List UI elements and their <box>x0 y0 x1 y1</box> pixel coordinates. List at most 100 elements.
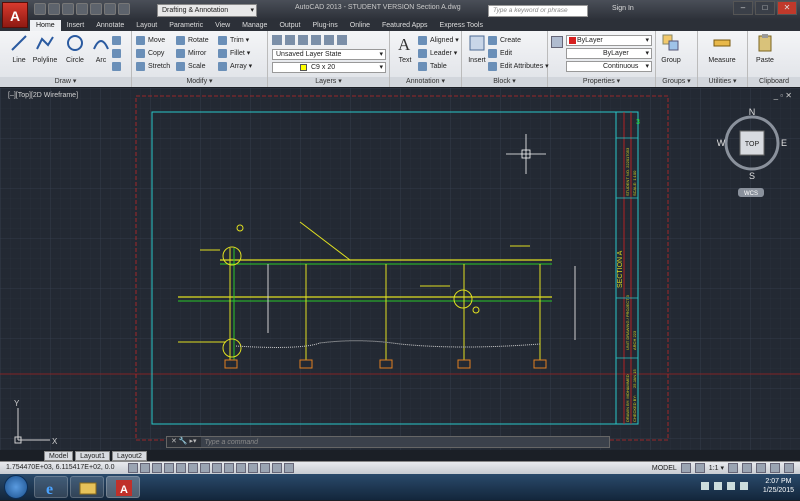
arc-button[interactable]: Arc <box>88 33 114 64</box>
dyn-icon[interactable] <box>224 463 234 473</box>
isolate-objects-icon[interactable] <box>770 463 780 473</box>
application-menu-button[interactable]: A <box>2 2 28 28</box>
circle-button[interactable]: Circle <box>62 33 88 64</box>
layer-properties-icon[interactable] <box>272 35 282 45</box>
taskbar-internet-explorer[interactable]: e <box>34 476 68 498</box>
color-dropdown[interactable]: ByLayer <box>566 35 652 46</box>
snap-icon[interactable] <box>128 463 138 473</box>
tab-layout2[interactable]: Layout2 <box>112 451 147 461</box>
tab-home[interactable]: Home <box>30 20 61 31</box>
annotation-panel-label[interactable]: Annotation ▾ <box>390 77 461 87</box>
maximize-button[interactable]: □ <box>755 1 775 15</box>
save-icon[interactable] <box>62 3 74 15</box>
viewport-controls[interactable]: _ ▫ ✕ <box>774 91 792 100</box>
annotation-scale[interactable]: 1:1 ▾ <box>709 464 724 472</box>
volume-icon[interactable] <box>727 482 735 490</box>
table-button[interactable]: Table <box>418 61 447 72</box>
model-toggle[interactable]: MODEL <box>652 465 677 472</box>
block-panel-label[interactable]: Block ▾ <box>462 77 547 87</box>
tab-parametric[interactable]: Parametric <box>163 20 209 31</box>
line-button[interactable]: Line <box>6 33 32 64</box>
viewcube-south[interactable]: S <box>749 171 755 181</box>
drawing-canvas[interactable]: SECTION A 3 STUDENT NO. 222017053 SCALE:… <box>0 88 800 450</box>
sign-in-link[interactable]: Sign In <box>612 5 634 12</box>
command-input[interactable]: Type a command <box>201 439 259 446</box>
selection-cycling-icon[interactable] <box>272 463 282 473</box>
minimize-button[interactable]: – <box>733 1 753 15</box>
coordinates-readout[interactable]: 1.754470E+03, 6.115417E+02, 0.0 <box>6 464 114 471</box>
taskbar-autocad[interactable]: A <box>106 476 140 498</box>
scale-button[interactable]: Scale <box>176 61 206 72</box>
groups-panel-label[interactable]: Groups ▾ <box>656 77 697 87</box>
workspace-switching-icon[interactable] <box>742 463 752 473</box>
osnap-icon[interactable] <box>176 463 186 473</box>
layers-panel-label[interactable]: Layers ▾ <box>268 77 389 87</box>
measure-button[interactable]: Measure <box>704 33 740 64</box>
move-button[interactable]: Move <box>136 35 165 46</box>
mirror-button[interactable]: Mirror <box>176 48 206 59</box>
draw-panel-label[interactable]: Draw ▾ <box>0 77 131 87</box>
tab-express-tools[interactable]: Express Tools <box>434 20 489 31</box>
lineweight-icon[interactable] <box>236 463 246 473</box>
tab-plug-ins[interactable]: Plug-ins <box>306 20 343 31</box>
modify-panel-label[interactable]: Modify ▾ <box>132 77 267 87</box>
trim-button[interactable]: Trim ▾ <box>218 35 249 46</box>
leader-button[interactable]: Leader ▾ <box>418 48 457 59</box>
save-as-icon[interactable] <box>76 3 88 15</box>
ortho-icon[interactable] <box>152 463 162 473</box>
ducs-icon[interactable] <box>212 463 222 473</box>
annotation-visibility-icon[interactable] <box>728 463 738 473</box>
viewport-label[interactable]: [–][Top][2D Wireframe] <box>8 92 78 99</box>
clean-screen-icon[interactable] <box>784 463 794 473</box>
tab-insert[interactable]: Insert <box>61 20 91 31</box>
edit-block-button[interactable]: Edit <box>488 48 512 59</box>
quick-view-layouts-icon[interactable] <box>680 463 691 473</box>
drawing-viewport[interactable]: SECTION A 3 STUDENT NO. 222017053 SCALE:… <box>0 88 800 450</box>
layer-dropdown[interactable]: C9 x 20 <box>272 62 386 73</box>
linetype-dropdown[interactable]: Continuous <box>566 61 652 72</box>
polar-icon[interactable] <box>164 463 174 473</box>
viewcube-west[interactable]: W <box>717 138 726 148</box>
close-button[interactable]: ✕ <box>777 1 797 15</box>
insert-block-button[interactable]: Insert <box>464 33 490 64</box>
lock-icon[interactable] <box>756 463 766 473</box>
undo-icon[interactable] <box>104 3 116 15</box>
layer-off-icon[interactable] <box>311 35 321 45</box>
layer-match-icon[interactable] <box>337 35 347 45</box>
transparency-icon[interactable] <box>248 463 258 473</box>
plot-icon[interactable] <box>90 3 102 15</box>
properties-panel-label[interactable]: Properties ▾ <box>548 77 655 87</box>
gradient-button[interactable] <box>112 61 124 72</box>
create-block-button[interactable]: Create <box>488 35 521 46</box>
quick-view-drawings-icon[interactable] <box>694 463 705 473</box>
grid-icon[interactable] <box>140 463 150 473</box>
wcs-menu[interactable]: WCS <box>744 191 758 197</box>
command-line[interactable]: ✕ 🔧 ▸▾ Type a command <box>166 436 610 448</box>
command-line-tools[interactable]: ✕ 🔧 ▸▾ <box>167 437 201 447</box>
tab-manage[interactable]: Manage <box>236 20 273 31</box>
array-button[interactable]: Array ▾ <box>218 61 252 72</box>
tab-view[interactable]: View <box>209 20 236 31</box>
3d-osnap-icon[interactable] <box>188 463 198 473</box>
text-button[interactable]: A Text <box>392 33 418 64</box>
polyline-button[interactable]: Polyline <box>32 33 58 64</box>
show-hidden-icons-icon[interactable] <box>701 482 709 490</box>
annotation-monitor-icon[interactable] <box>284 463 294 473</box>
redo-icon[interactable] <box>118 3 130 15</box>
taskbar-file-explorer[interactable] <box>70 476 104 498</box>
paste-button[interactable]: Paste <box>752 33 778 64</box>
action-center-icon[interactable] <box>740 482 748 490</box>
tab-annotate[interactable]: Annotate <box>90 20 130 31</box>
tab-layout[interactable]: Layout <box>130 20 163 31</box>
match-properties-icon[interactable] <box>551 36 563 48</box>
quick-properties-icon[interactable] <box>260 463 270 473</box>
rectangle-button[interactable] <box>112 35 124 46</box>
layer-isolate-icon[interactable] <box>285 35 295 45</box>
layer-freeze-icon[interactable] <box>298 35 308 45</box>
lineweight-dropdown[interactable]: ByLayer <box>566 48 652 59</box>
clipboard-panel-label[interactable]: Clipboard <box>748 77 800 87</box>
tab-online[interactable]: Online <box>344 20 376 31</box>
fillet-button[interactable]: Fillet ▾ <box>218 48 250 59</box>
new-icon[interactable] <box>34 3 46 15</box>
start-button[interactable] <box>4 475 28 499</box>
